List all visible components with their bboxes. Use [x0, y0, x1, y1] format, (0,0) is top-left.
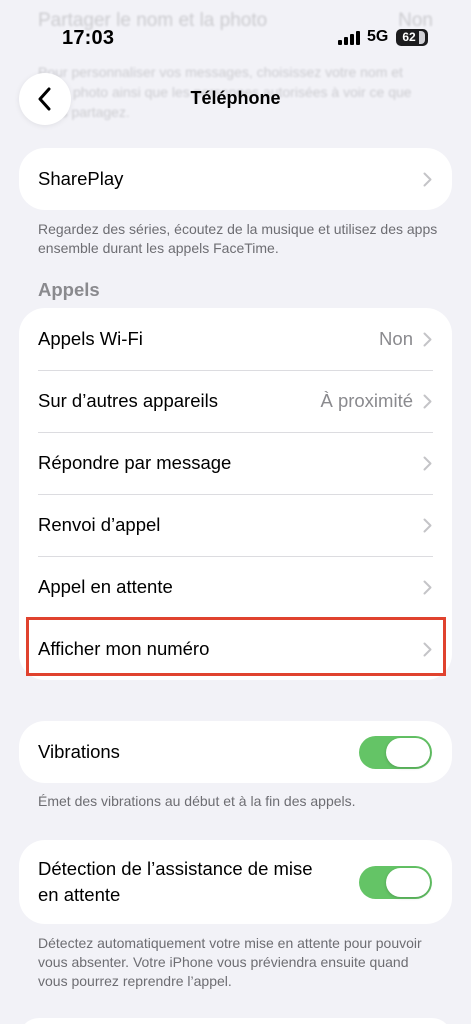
chevron-right-icon [423, 332, 432, 346]
status-time: 17:03 [62, 27, 115, 49]
row-value: Non [379, 328, 413, 349]
highlight-box [26, 617, 446, 676]
row-autres-appareils[interactable]: Sur d’autres appareils À proximité [19, 370, 452, 432]
toggle-knob [386, 867, 430, 897]
row-label-line2: en attente [38, 884, 121, 905]
status-bar: 17:03 5G 62 [0, 0, 471, 60]
chevron-right-icon [423, 518, 432, 532]
row-label: Renvoi d’appel [38, 514, 161, 535]
chevron-right-icon [423, 456, 432, 470]
vibrations-group: Vibrations [19, 721, 452, 783]
battery-level: 62 [402, 30, 416, 44]
row-label: Vibrations [38, 741, 120, 762]
chevron-right-icon [423, 580, 432, 594]
vibrations-footer: Émet des vibrations au début et à la fin… [38, 793, 356, 809]
row-label: Appels Wi-Fi [38, 328, 143, 349]
row-value: À proximité [320, 390, 413, 411]
vibrations-toggle[interactable] [359, 735, 432, 769]
row-label: Répondre par message [38, 452, 232, 473]
row-label: Appel en attente [38, 576, 173, 597]
row-appels-wifi[interactable]: Appels Wi-Fi Non [19, 308, 452, 370]
battery-empty-part [419, 31, 425, 44]
hold-assist-footer: Détectez automatiquement votre mise en a… [38, 935, 422, 989]
shareplay-label: SharePlay [38, 168, 124, 189]
shareplay-row[interactable]: SharePlay [19, 148, 452, 210]
row-label: Sur d’autres appareils [38, 390, 218, 411]
next-group-card [19, 1018, 452, 1024]
shareplay-group: SharePlay [19, 148, 452, 210]
page-title: Téléphone [190, 88, 281, 108]
row-renvoi-appel[interactable]: Renvoi d’appel [19, 494, 452, 556]
cellular-signal-icon [338, 31, 360, 45]
toggle-knob [386, 737, 430, 767]
chevron-right-icon [423, 394, 432, 408]
row-appel-attente[interactable]: Appel en attente [19, 556, 452, 618]
row-label: Détection de l’assistance de mise en att… [38, 856, 359, 908]
row-label-line1: Détection de l’assistance de mise [38, 858, 313, 879]
chevron-right-icon [423, 172, 432, 186]
hold-assist-group: Détection de l’assistance de mise en att… [19, 840, 452, 924]
row-vibrations: Vibrations [19, 721, 452, 783]
row-repondre-message[interactable]: Répondre par message [19, 432, 452, 494]
battery-icon: 62 [396, 29, 428, 46]
section-header-appels: Appels [38, 279, 100, 300]
network-type: 5G [367, 28, 389, 45]
hold-assist-toggle[interactable] [359, 865, 432, 899]
row-hold-assist: Détection de l’assistance de mise en att… [19, 840, 452, 924]
shareplay-footer: Regardez des séries, écoutez de la musiq… [38, 221, 438, 256]
